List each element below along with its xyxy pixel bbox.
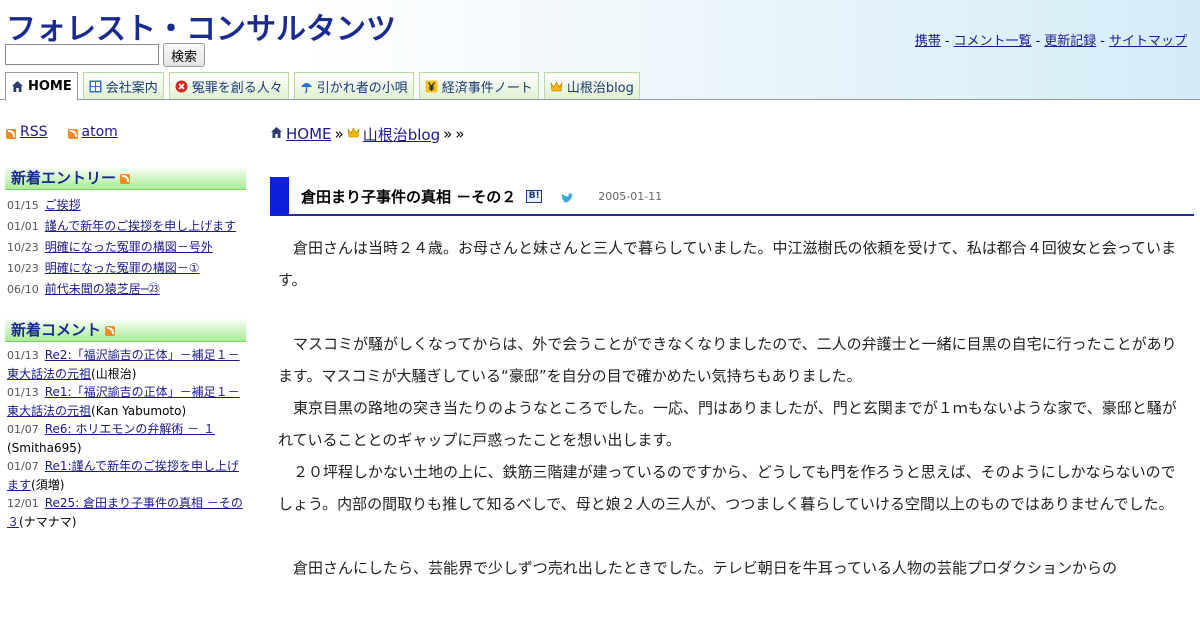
comment-author: (山根治) <box>91 367 137 381</box>
comment-date: 01/07 <box>7 423 39 436</box>
tab-company[interactable]: 会社案内 <box>82 72 164 99</box>
paragraph: ２０坪程しかない土地の上に、鉄筋三階建が建っているのですから、どうしても門を作ろ… <box>278 463 1176 513</box>
site-header: フォレスト・コンサルタンツ 検索 携帯 - コメント一覧 - 更新記録 - サイトマップ H… <box>0 0 1200 101</box>
paragraph: マスコミが騒がしくなってからは、外で会うことができなくなりましたので、二人の弁護… <box>278 335 1177 385</box>
list-item: 10/23 明確になった冤罪の構図－① <box>5 258 246 279</box>
entry-link[interactable]: 謹んで新年のご挨拶を申し上げます <box>45 219 236 233</box>
entry-date: 10/23 <box>7 241 39 254</box>
comment-list-link[interactable]: コメント一覧 <box>954 34 1032 49</box>
paragraph: 東京目黒の路地の突き当たりのようなところでした。一応、門はありましたが、門と玄関… <box>278 399 1177 449</box>
list-item: 06/10 前代未聞の猿芝居─㉓ <box>5 279 246 300</box>
search-input[interactable] <box>5 44 159 65</box>
breadcrumb-separator: » <box>455 125 465 143</box>
grid-icon <box>89 80 102 93</box>
rss-icon <box>6 129 16 139</box>
comment-link[interactable]: Re6: ホリエモンの弁解術 － １ <box>45 422 215 436</box>
comment-date: 01/13 <box>7 386 39 399</box>
comment-author: (Smitha695) <box>7 441 82 455</box>
cross-circle-icon <box>175 80 188 93</box>
entry-link[interactable]: ご挨拶 <box>45 198 81 212</box>
breadcrumb-separator: » <box>334 125 344 143</box>
post-header: 倉田まり子事件の真相 －その２ B! 2005-01-11 <box>270 177 1194 216</box>
separator: - <box>1100 34 1105 49</box>
tab-home[interactable]: HOME <box>5 72 78 101</box>
entry-date: 01/15 <box>7 199 39 212</box>
rss-icon <box>67 129 78 139</box>
main-content: HOME » 山根治blog » » 倉田まり子事件の真相 －その２ B! 20… <box>270 124 1194 584</box>
crown-icon <box>347 125 360 143</box>
list-item: 10/23 明確になった冤罪の構図－号外 <box>5 237 246 258</box>
yen-icon <box>425 80 438 93</box>
entry-date: 10/23 <box>7 262 39 275</box>
comment-author: (Kan Yabumoto) <box>91 404 187 418</box>
home-icon <box>270 125 283 143</box>
comment-author: (ナマナマ) <box>19 515 77 529</box>
comment-author: (須増) <box>31 478 65 492</box>
breadcrumb: HOME » 山根治blog » » <box>270 124 1194 144</box>
breadcrumb-blog-link[interactable]: 山根治blog <box>363 124 440 145</box>
home-icon <box>11 80 24 93</box>
list-item: 01/13 Re2:「福沢諭吉の正体」－補足１－東大話法の元祖(山根治) <box>5 346 246 383</box>
comment-date: 12/01 <box>7 497 39 510</box>
paragraph: 倉田さんにしたら、芸能界で少しずつ売れ出したときでした。テレビ朝日を牛耳っている… <box>293 559 1117 577</box>
separator: - <box>944 34 950 49</box>
heading-text: 新着コメント <box>11 320 102 339</box>
search-button[interactable]: 検索 <box>163 43 205 67</box>
comment-date: 01/13 <box>7 349 39 362</box>
hatena-bookmark-icon[interactable]: B! <box>526 189 543 203</box>
heading-text: 新着エントリー <box>11 168 117 187</box>
mobile-link[interactable]: 携帯 <box>915 34 941 49</box>
rss-link[interactable]: RSS <box>20 124 48 140</box>
list-item: 01/07 Re6: ホリエモンの弁解術 － １ (Smitha695) <box>5 420 246 457</box>
list-item: 12/01 Re25: 倉田まり子事件の真相 －その３(ナマナマ) <box>5 494 246 531</box>
entry-date: 06/10 <box>7 283 39 296</box>
separator: - <box>1035 34 1041 49</box>
list-item: 01/15 ご挨拶 <box>5 195 246 216</box>
tab-label: 経済事件ノート <box>441 80 533 96</box>
entry-link[interactable]: 明確になった冤罪の構図－号外 <box>45 240 213 254</box>
tab-economic-cases[interactable]: 経済事件ノート <box>418 72 539 99</box>
paragraph: 倉田さんは当時２４歳。お母さんと妹さんと三人で暮らしていました。中江滋樹氏の依頼… <box>278 239 1177 289</box>
tab-label: 冤罪を創る人々 <box>191 80 283 96</box>
crown-icon <box>550 80 563 93</box>
sidebar: RSS atom 新着エントリー 01/15 ご挨拶 01/01 謹んで新年のご挨拶… <box>5 124 246 531</box>
new-entries-list: 01/15 ご挨拶 01/01 謹んで新年のご挨拶を申し上げます 10/23 明確にな… <box>5 195 246 300</box>
tab-false-charges[interactable]: 冤罪を創る人々 <box>168 72 289 99</box>
twitter-icon[interactable] <box>560 190 574 203</box>
breadcrumb-home-link[interactable]: HOME <box>286 125 332 143</box>
new-entries-heading: 新着エントリー <box>5 166 246 190</box>
atom-link[interactable]: atom <box>82 124 118 140</box>
atom-feed-link[interactable]: atom <box>67 124 118 140</box>
post-marker <box>270 177 289 215</box>
rss-icon[interactable] <box>105 325 116 336</box>
rss-feed-link[interactable]: RSS <box>6 124 48 140</box>
post-body: 倉田さんは当時２４歳。お母さんと妹さんと三人で暮らしていました。中江滋樹氏の依頼… <box>270 232 1180 584</box>
list-item: 01/07 Re1:謹んで新年のご挨拶を申し上げます(須増) <box>5 457 246 494</box>
comment-date: 01/07 <box>7 460 39 473</box>
new-comments-heading: 新着コメント <box>5 318 246 342</box>
entry-date: 01/01 <box>7 220 39 233</box>
list-item: 01/13 Re1:「福沢諭吉の正体」－補足１－東大話法の元祖(Kan Yabum… <box>5 383 246 420</box>
breadcrumb-separator: » <box>443 125 453 143</box>
sitemap-link[interactable]: サイトマップ <box>1109 34 1187 49</box>
post-title: 倉田まり子事件の真相 －その２ <box>301 187 517 206</box>
list-item: 01/01 謹んで新年のご挨拶を申し上げます <box>5 216 246 237</box>
tab-label: 会社案内 <box>105 80 158 96</box>
site-title-link[interactable]: フォレスト・コンサルタンツ <box>6 4 396 48</box>
umbrella-icon <box>300 80 313 93</box>
tab-label: 引かれ者の小唄 <box>316 80 408 96</box>
nav-tabs: HOME 会社案内 冤罪を創る人々 引かれ者の小唄 経済事件ノート 山根治blo… <box>5 72 640 101</box>
tab-yamane-blog[interactable]: 山根治blog <box>543 72 640 99</box>
rss-icon[interactable] <box>120 173 131 184</box>
entry-link[interactable]: 明確になった冤罪の構図－① <box>45 261 200 275</box>
tab-kouta[interactable]: 引かれ者の小唄 <box>293 72 414 99</box>
entry-link[interactable]: 前代未聞の猿芝居─㉓ <box>45 282 160 296</box>
new-comments-list: 01/13 Re2:「福沢諭吉の正体」－補足１－東大話法の元祖(山根治) 01/1… <box>5 346 246 531</box>
top-links: 携帯 - コメント一覧 - 更新記録 - サイトマップ <box>915 30 1187 49</box>
feed-links: RSS atom <box>5 124 246 140</box>
update-log-link[interactable]: 更新記録 <box>1044 34 1096 49</box>
tab-label: HOME <box>28 79 72 94</box>
post-date: 2005-01-11 <box>598 189 663 203</box>
tab-label: 山根治blog <box>566 80 634 96</box>
